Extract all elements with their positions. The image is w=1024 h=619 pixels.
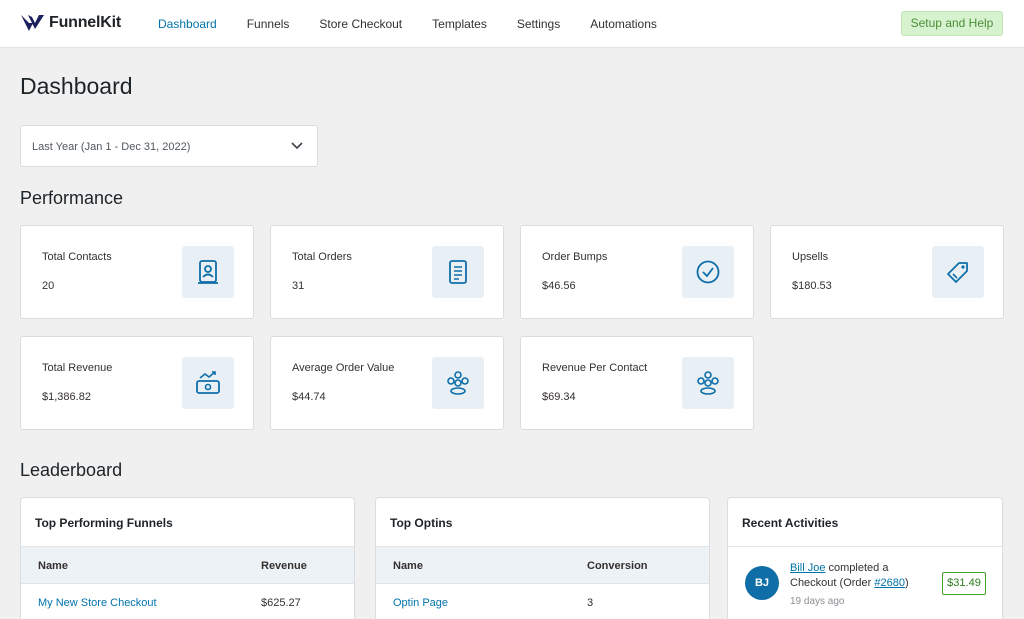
activity-order-link[interactable]: #2680	[874, 577, 905, 589]
column-header-revenue: Revenue	[261, 560, 307, 572]
nav-templates[interactable]: Templates	[432, 17, 487, 31]
optin-name-link[interactable]: Optin Page	[393, 597, 448, 609]
panel-title: Top Performing Funnels	[35, 516, 173, 530]
check-circle-icon	[682, 246, 734, 298]
stat-value: $44.74	[292, 391, 326, 403]
recent-activities-panel: Recent Activities BJ Bill Joe completed …	[727, 497, 1003, 619]
stat-label: Upsells	[792, 251, 829, 263]
stat-value: 20	[42, 280, 55, 292]
activity-user-link[interactable]: Bill Joe	[790, 562, 825, 574]
stat-card-revenue-per-contact: Revenue Per Contact $69.34	[520, 336, 754, 430]
column-header-conversion: Conversion	[587, 560, 648, 572]
stat-label: Order Bumps	[542, 251, 608, 263]
page-title: Dashboard	[20, 73, 133, 99]
activity-text: Bill Joe completed a Checkout (Order #26…	[790, 561, 930, 591]
funnel-name-link[interactable]: My New Store Checkout	[38, 597, 157, 609]
nav-store-checkout[interactable]: Store Checkout	[319, 17, 402, 31]
divider	[728, 546, 1002, 547]
panel-title: Recent Activities	[742, 516, 839, 530]
performance-heading: Performance	[20, 188, 124, 208]
stat-card-average-order-value: Average Order Value $44.74	[270, 336, 504, 430]
avatar: BJ	[745, 566, 779, 600]
nav-funnels[interactable]: Funnels	[247, 17, 290, 31]
coins-icon	[682, 357, 734, 409]
stat-value: 31	[292, 280, 305, 292]
brand-logo[interactable]: FunnelKit	[20, 12, 121, 34]
stat-card-total-revenue: Total Revenue $1,386.82	[20, 336, 254, 430]
date-range-value: Last Year (Jan 1 - Dec 31, 2022)	[32, 141, 191, 153]
activity-text-part: )	[904, 577, 909, 589]
column-header-name: Name	[38, 560, 68, 572]
top-navigation-bar: FunnelKit Dashboard Funnels Store Checko…	[0, 0, 1024, 48]
chevron-down-icon	[291, 142, 303, 150]
date-range-select[interactable]: Last Year (Jan 1 - Dec 31, 2022)	[20, 125, 318, 167]
activity-text-part: completed a	[828, 562, 889, 574]
revenue-icon	[182, 357, 234, 409]
stat-label: Average Order Value	[292, 362, 395, 374]
nav-settings[interactable]: Settings	[517, 17, 560, 31]
leaderboard-heading: Leaderboard	[20, 460, 123, 480]
funnelkit-logo-icon	[21, 15, 44, 31]
main-nav: Dashboard Funnels Store Checkout Templat…	[158, 0, 687, 48]
tag-icon	[932, 246, 984, 298]
stat-value: $1,386.82	[42, 391, 91, 403]
funnel-revenue: $625.27	[261, 597, 301, 609]
table-header: Name Conversion	[376, 546, 709, 584]
stat-card-total-orders: Total Orders 31	[270, 225, 504, 319]
activity-text-part: Checkout (Order	[790, 577, 872, 589]
stat-value: $46.56	[542, 280, 576, 292]
setup-and-help-button[interactable]: Setup and Help	[901, 11, 1003, 36]
nav-automations[interactable]: Automations	[590, 17, 657, 31]
column-header-name: Name	[393, 560, 423, 572]
stat-value: $180.53	[792, 280, 832, 292]
stat-label: Total Contacts	[42, 251, 112, 263]
stat-card-upsells: Upsells $180.53	[770, 225, 1004, 319]
top-optins-panel: Top Optins Name Conversion Optin Page 3	[375, 497, 710, 619]
brand-name: FunnelKit	[49, 14, 121, 31]
coins-icon	[432, 357, 484, 409]
stat-label: Total Orders	[292, 251, 352, 263]
stat-card-order-bumps: Order Bumps $46.56	[520, 225, 754, 319]
stat-card-total-contacts: Total Contacts 20	[20, 225, 254, 319]
receipt-icon	[432, 246, 484, 298]
contact-card-icon	[182, 246, 234, 298]
optin-conversion: 3	[587, 597, 594, 609]
activity-amount-badge: $31.49	[942, 572, 986, 595]
activity-timestamp: 19 days ago	[790, 596, 845, 607]
table-header: Name Revenue	[21, 546, 354, 584]
nav-dashboard[interactable]: Dashboard	[158, 17, 217, 31]
stat-label: Total Revenue	[42, 362, 113, 374]
top-funnels-panel: Top Performing Funnels Name Revenue My N…	[20, 497, 355, 619]
stat-value: $69.34	[542, 391, 576, 403]
stat-label: Revenue Per Contact	[542, 362, 648, 374]
panel-title: Top Optins	[390, 516, 453, 530]
